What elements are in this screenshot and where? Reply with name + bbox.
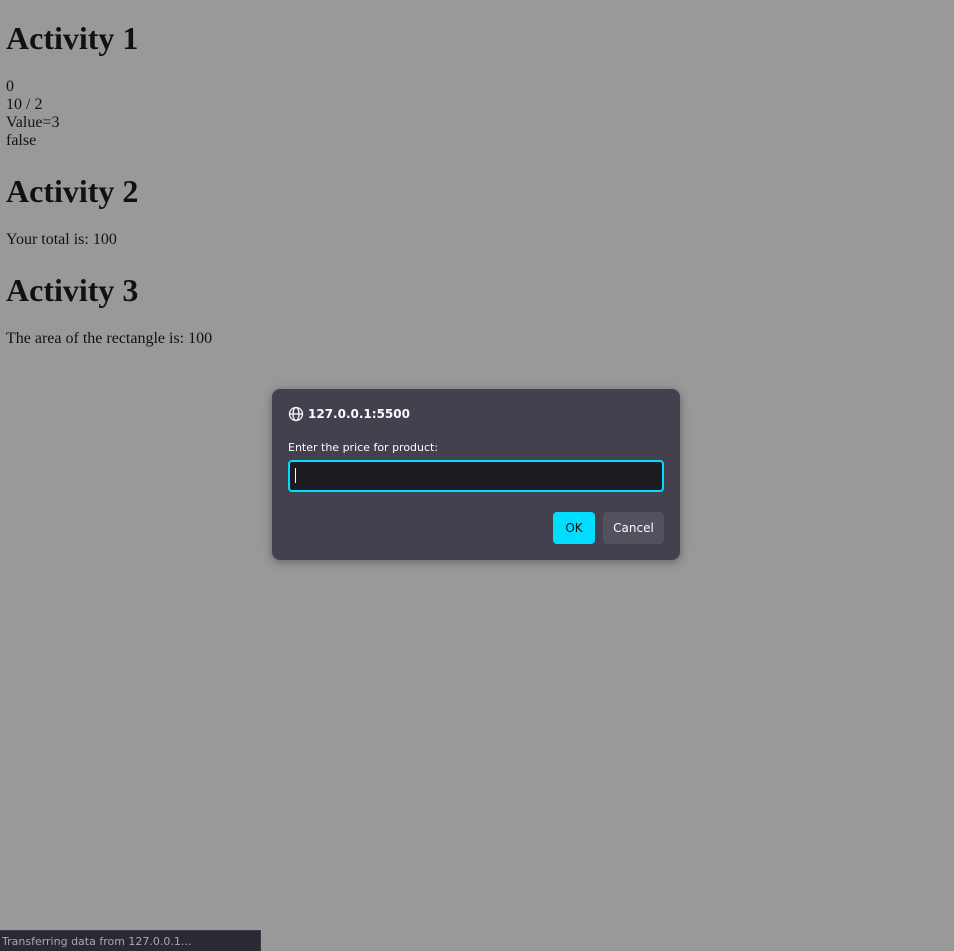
activity-3-heading: Activity 3 (6, 272, 139, 308)
dialog-origin-text: 127.0.0.1:5500 (308, 407, 410, 421)
dialog-origin: 127.0.0.1:5500 (288, 405, 410, 423)
activity-1-line-3: Value=3 (6, 114, 60, 131)
status-bar: Transferring data from 127.0.0.1... (0, 930, 261, 951)
activity-2-heading: Activity 2 (6, 173, 139, 209)
activity-2-total-text: Your total is: 100 (6, 231, 117, 248)
activity-1-heading: Activity 1 (6, 20, 139, 56)
activity-3-area-text: The area of the rectangle is: 100 (6, 330, 213, 347)
text-caret (295, 468, 296, 483)
activity-1-line-1: 0 (6, 78, 14, 95)
ok-button[interactable]: OK (553, 512, 595, 544)
activity-1-line-4: false (6, 132, 37, 149)
price-input[interactable] (288, 460, 664, 492)
cancel-button[interactable]: Cancel (603, 512, 664, 544)
globe-icon (288, 406, 304, 422)
dialog-message: Enter the price for product: (288, 441, 439, 454)
activity-1-line-2: 10 / 2 (6, 96, 43, 113)
prompt-dialog: 127.0.0.1:5500 Enter the price for produ… (272, 389, 680, 560)
